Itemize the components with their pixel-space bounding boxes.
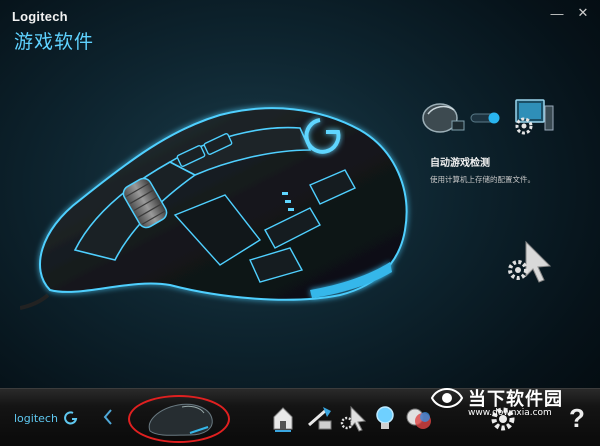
mouse-onboard-memory-icon[interactable] <box>418 96 466 140</box>
brand-title: Logitech <box>12 9 68 24</box>
help-icon: ? <box>569 403 585 433</box>
logitech-g-icon <box>64 411 78 425</box>
lighting-bulb-icon <box>376 406 394 429</box>
customize-buttons-button[interactable] <box>304 397 334 433</box>
computer-settings-icon[interactable] <box>508 96 554 140</box>
watermark-logo-icon <box>430 388 464 408</box>
close-button[interactable]: ✕ <box>572 4 594 22</box>
home-button[interactable] <box>268 397 298 433</box>
chevron-left-icon <box>103 409 112 425</box>
mode-description: 使用计算机上存储的配置文件。 <box>430 175 535 184</box>
help-button[interactable]: ? <box>562 397 592 433</box>
customize-buttons-icon <box>308 407 332 430</box>
pointer-settings-icon <box>340 405 367 432</box>
game-detection-panel: 自动游戏检测 使用计算机上存储的配置文件。 <box>418 96 588 185</box>
watermark-url: www.downxia.com <box>468 408 552 418</box>
app-subtitle: 游戏软件 <box>14 31 95 53</box>
pointer-settings-button[interactable] <box>338 397 368 433</box>
window-controls: — ✕ <box>546 4 594 22</box>
heatmap-icon <box>406 408 431 429</box>
footer-logo: logitech <box>14 411 78 425</box>
lighting-button[interactable] <box>370 397 400 433</box>
logitech-gaming-software-window: Logitech 游戏软件 — ✕ 自动游戏检测 使用计算机上存储的配置文件。 … <box>0 0 600 446</box>
home-icon <box>273 407 293 432</box>
device-scroll-left-arrow[interactable] <box>100 405 116 429</box>
selected-device-mouse[interactable] <box>128 395 230 443</box>
automatic-detection-toggle[interactable] <box>470 111 504 125</box>
highlight-ring <box>128 395 230 443</box>
mode-title: 自动游戏检测 <box>430 158 490 169</box>
g502-mouse-illustration <box>20 107 408 310</box>
pointer-gear-icon <box>508 240 552 283</box>
mode-toggle-row <box>418 96 588 140</box>
logitech-logo-text: logitech <box>14 411 58 425</box>
minimize-button[interactable]: — <box>546 4 568 22</box>
